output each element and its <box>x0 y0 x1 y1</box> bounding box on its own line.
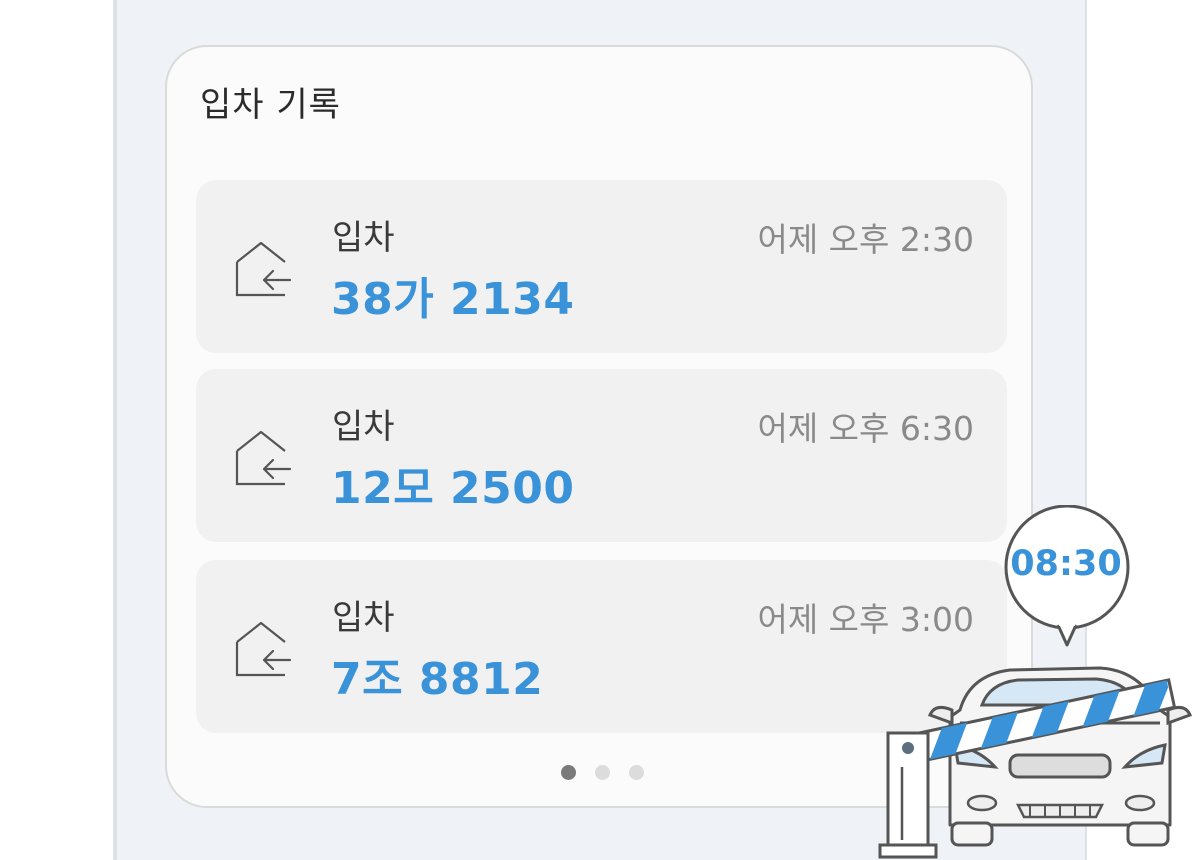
page-dot-1[interactable] <box>561 765 576 780</box>
card-title: 입차 기록 <box>200 85 341 125</box>
license-plate: 7조 8812 <box>331 654 544 705</box>
entry-icon <box>235 430 292 486</box>
entry-icon <box>235 621 292 677</box>
page-dot-3[interactable] <box>629 765 644 780</box>
license-plate: 12모 2500 <box>331 463 575 514</box>
record-type: 입차 <box>332 218 395 258</box>
gate-post-icon <box>878 731 938 859</box>
page-dot-2[interactable] <box>595 765 610 780</box>
license-plate: 38가 2134 <box>331 274 575 325</box>
record-time: 어제 오후 6:30 <box>757 409 974 448</box>
record-type: 입차 <box>332 598 395 638</box>
record-type: 입차 <box>332 407 395 447</box>
record-item[interactable]: 입차 38가 2134 어제 오후 2:30 <box>196 180 1007 353</box>
entry-icon <box>235 241 292 297</box>
bubble-time-label: 08:30 <box>1010 544 1122 584</box>
record-time: 어제 오후 2:30 <box>757 220 974 259</box>
